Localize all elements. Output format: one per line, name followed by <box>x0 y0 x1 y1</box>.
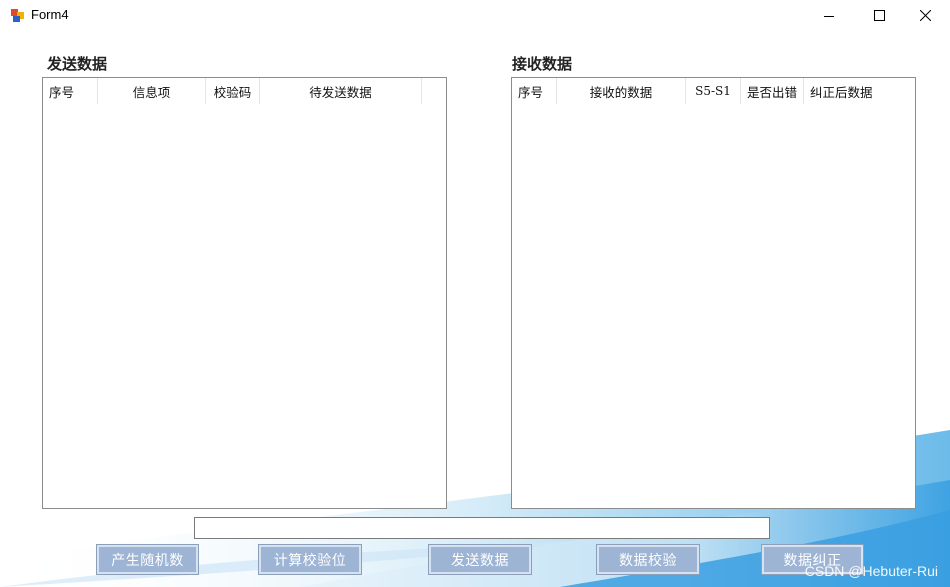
watermark: CSDN @Hebuter-Rui <box>804 563 938 579</box>
receive-col-received[interactable]: 接收的数据 <box>557 78 686 104</box>
close-button[interactable] <box>902 0 948 31</box>
send-data-listview[interactable]: 序号 信息项 校验码 待发送数据 <box>42 77 447 509</box>
send-listview-header: 序号 信息项 校验码 待发送数据 <box>43 78 422 104</box>
generate-random-button[interactable]: 产生随机数 <box>96 544 199 575</box>
compute-check-button[interactable]: 计算校验位 <box>258 544 362 575</box>
maximize-button[interactable] <box>856 0 902 31</box>
send-col-info[interactable]: 信息项 <box>98 78 206 104</box>
form4-window: Form4 发送数据 序号 信息项 校验码 待发送数据 接收数据 序号 接收的数… <box>0 0 950 587</box>
close-icon <box>919 10 931 21</box>
receive-listview-header: 序号 接收的数据 S5-S1 是否出错 纠正后数据 <box>512 78 909 104</box>
send-data-label: 发送数据 <box>47 55 108 73</box>
receive-col-corrected[interactable]: 纠正后数据 <box>804 78 909 104</box>
receive-data-label: 接收数据 <box>512 55 573 73</box>
title-bar: Form4 <box>0 0 950 31</box>
minimize-button[interactable] <box>806 0 852 31</box>
minimize-icon <box>824 15 834 17</box>
receive-col-syndrome[interactable]: S5-S1 <box>686 78 741 104</box>
send-col-index[interactable]: 序号 <box>43 78 98 104</box>
send-col-checkcode[interactable]: 校验码 <box>206 78 260 104</box>
receive-col-error[interactable]: 是否出错 <box>741 78 804 104</box>
maximize-icon <box>873 10 885 21</box>
window-title: Form4 <box>31 7 69 22</box>
app-icon <box>11 9 24 22</box>
receive-col-index[interactable]: 序号 <box>512 78 557 104</box>
send-col-pending[interactable]: 待发送数据 <box>260 78 422 104</box>
data-input-field[interactable] <box>194 517 770 539</box>
send-data-button[interactable]: 发送数据 <box>428 544 532 575</box>
verify-data-button[interactable]: 数据校验 <box>596 544 700 575</box>
receive-data-listview[interactable]: 序号 接收的数据 S5-S1 是否出错 纠正后数据 <box>511 77 916 509</box>
